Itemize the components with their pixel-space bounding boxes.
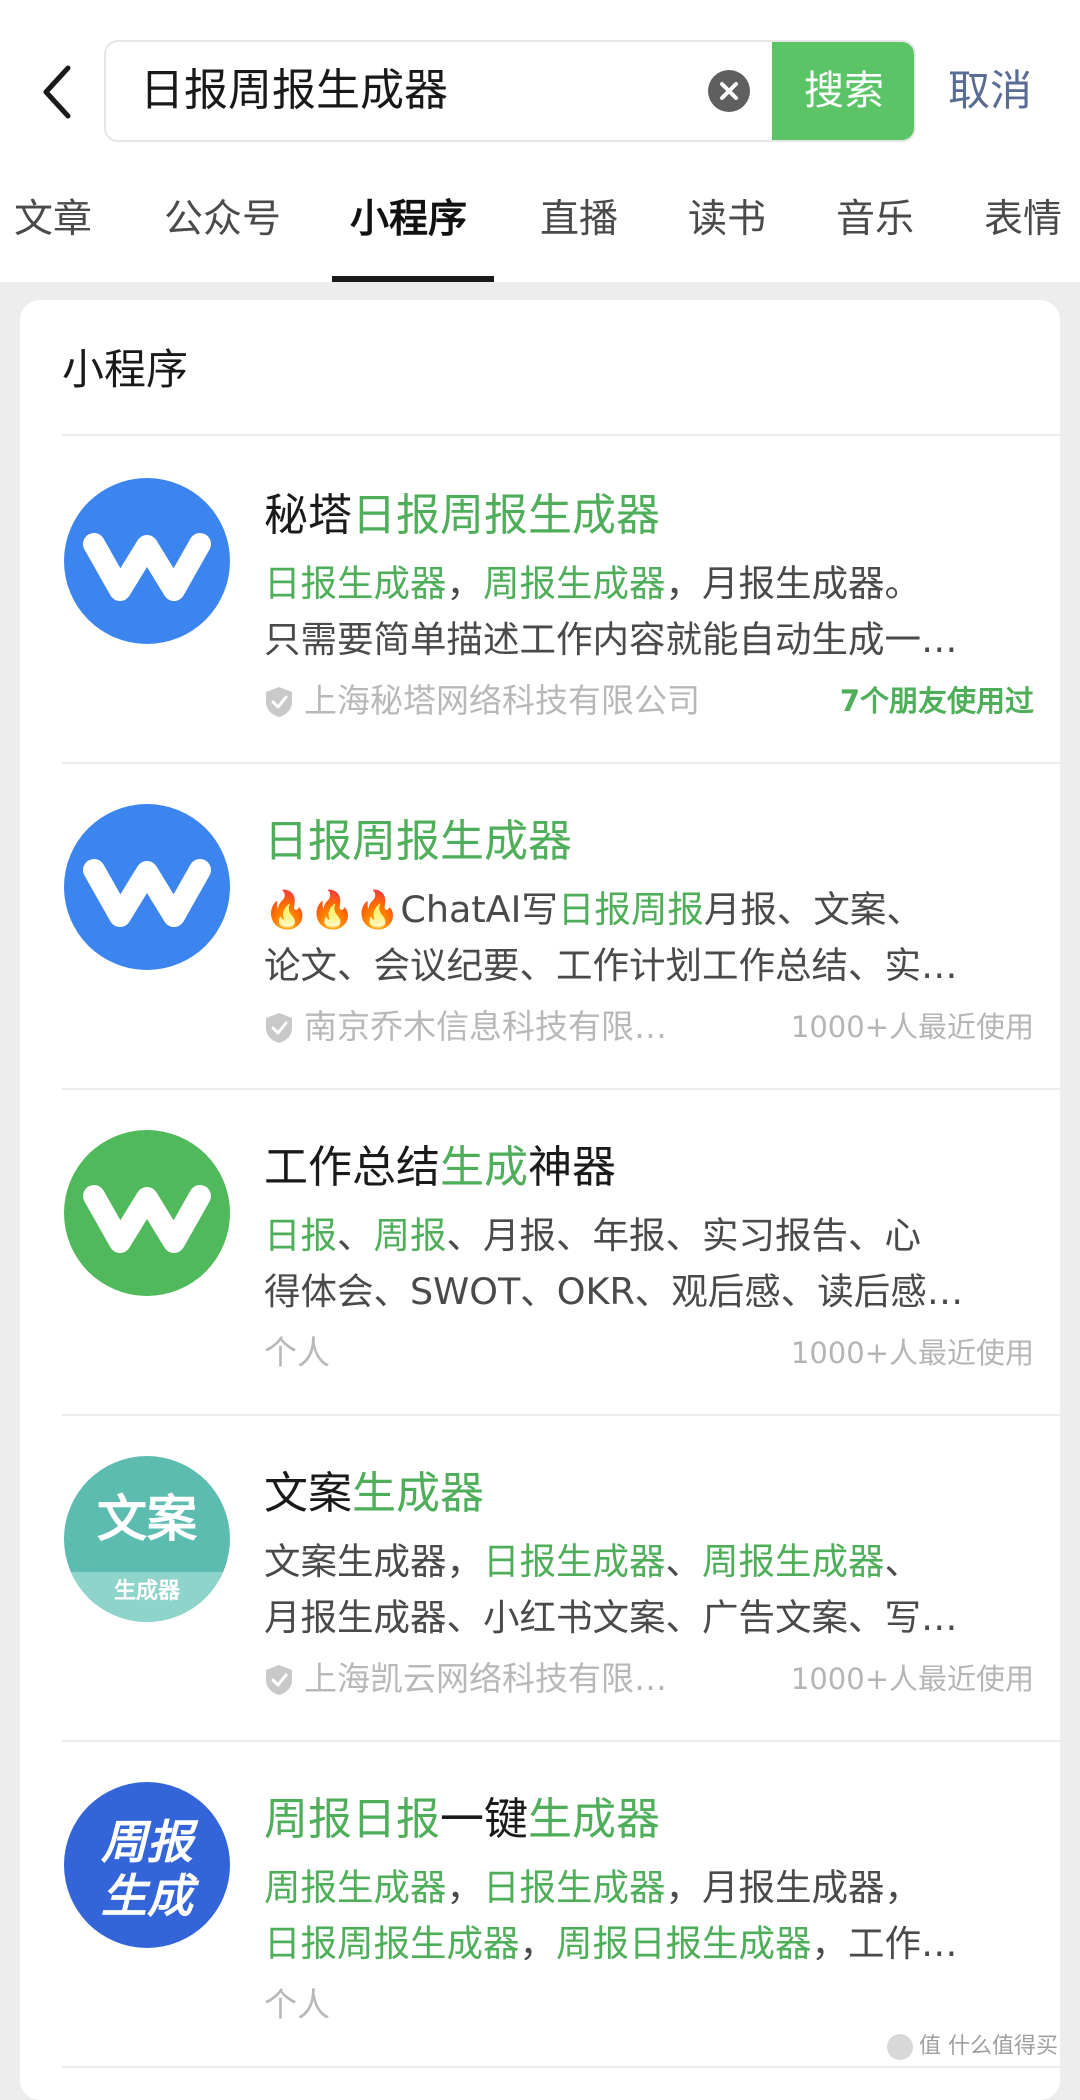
result-description: 🔥🔥🔥ChatAI写日报周报月报、文案、 论文、会议纪要、工作计划工作总结、实…: [264, 888, 958, 987]
results-card: 小程序 秘塔日报周报生成器 日报生成器，周报生成器，月报生成器。 只需要简单描述…: [20, 300, 1060, 2100]
result-title: 周报日报一键生成器: [264, 1794, 660, 1845]
section-title: 小程序: [62, 345, 189, 394]
verified-shield-icon: [264, 1664, 294, 1696]
result-item-1[interactable]: 秘塔日报周报生成器 日报生成器，周报生成器，月报生成器。 只需要简单描述工作内容…: [20, 436, 1060, 762]
verified-shield-icon: [264, 686, 294, 718]
usage-count: 1000+人最近使用: [790, 1010, 1034, 1044]
result-title: 文案生成器: [264, 1468, 484, 1519]
watermark: 值 什么值得买: [887, 2028, 1058, 2060]
developer-name: 个人: [264, 1985, 330, 2024]
icon-text: 文案: [97, 1490, 198, 1548]
result-title: 工作总结生成神器: [264, 1142, 616, 1193]
back-arrow-icon[interactable]: [38, 62, 78, 122]
tab-live[interactable]: 直播: [540, 192, 618, 248]
result-meta: 个人: [264, 1980, 1034, 2030]
usage-count: 1000+人最近使用: [790, 1336, 1034, 1370]
cancel-button[interactable]: 取消: [948, 58, 1032, 124]
weekly-report-logo-icon: 周报 生成: [64, 1782, 230, 1948]
divider: [62, 2066, 1060, 2068]
result-meta: 上海凯云网络科技有限… 1000+人最近使用: [264, 1654, 1034, 1704]
active-tab-indicator: [332, 276, 494, 282]
developer-name: 上海凯云网络科技有限…: [304, 1659, 667, 1698]
fire-emoji: 🔥🔥🔥: [264, 888, 401, 931]
usage-count: 1000+人最近使用: [790, 1662, 1034, 1696]
tab-official-accounts[interactable]: 公众号: [164, 192, 281, 248]
category-tabs: 文章 公众号 小程序 直播 读书 音乐 表情: [0, 182, 1080, 282]
icon-text: 周报: [100, 1815, 199, 1869]
tab-articles[interactable]: 文章: [14, 192, 92, 248]
copywriting-logo-icon: 文案 生成器: [64, 1456, 230, 1622]
result-meta: 个人 1000+人最近使用: [264, 1328, 1034, 1378]
result-meta: 南京乔木信息科技有限… 1000+人最近使用: [264, 1002, 1034, 1052]
search-button[interactable]: 搜索: [772, 42, 914, 140]
result-item-2[interactable]: 日报周报生成器 🔥🔥🔥ChatAI写日报周报月报、文案、 论文、会议纪要、工作计…: [20, 762, 1060, 1088]
tab-books[interactable]: 读书: [688, 192, 766, 248]
tab-mini-programs[interactable]: 小程序: [350, 192, 467, 248]
search-box[interactable]: 日报周报生成器 搜索: [104, 40, 916, 142]
search-input[interactable]: 日报周报生成器: [140, 42, 448, 140]
result-item-4[interactable]: 文案 生成器 文案生成器 文案生成器，日报生成器、周报生成器、 月报生成器、小红…: [20, 1414, 1060, 1740]
usage-count: 7个朋友使用过: [839, 684, 1034, 718]
top-bar: 日报周报生成器 搜索 取消 文章 公众号 小程序 直播 读书 音乐 表情: [0, 0, 1080, 282]
developer-name: 个人: [264, 1333, 330, 1372]
developer-name: 上海秘塔网络科技有限公司: [304, 681, 700, 720]
w-logo-icon: [64, 478, 230, 644]
verified-shield-icon: [264, 1012, 294, 1044]
result-item-3[interactable]: 工作总结生成神器 日报、周报、月报、年报、实习报告、心 得体会、SWOT、OKR…: [20, 1088, 1060, 1414]
tab-stickers[interactable]: 表情: [984, 192, 1062, 248]
result-description: 日报生成器，周报生成器，月报生成器。 只需要简单描述工作内容就能自动生成一…: [264, 562, 958, 661]
clear-icon[interactable]: [708, 70, 750, 112]
result-title: 日报周报生成器: [264, 816, 572, 867]
w-logo-icon: [64, 1130, 230, 1296]
tab-music[interactable]: 音乐: [836, 192, 914, 248]
result-title: 秘塔日报周报生成器: [264, 490, 660, 541]
icon-subtext: 生成: [101, 1869, 200, 1923]
result-meta: 上海秘塔网络科技有限公司 7个朋友使用过: [264, 676, 1034, 726]
icon-subtext: 生成器: [114, 1579, 181, 1604]
w-logo-icon: [64, 804, 230, 970]
result-description: 日报、周报、月报、年报、实习报告、心 得体会、SWOT、OKR、观后感、读后感…: [264, 1214, 964, 1313]
result-description: 周报生成器，日报生成器，月报生成器， 日报周报生成器，周报日报生成器，工作…: [264, 1866, 958, 1965]
result-description: 文案生成器，日报生成器、周报生成器、 月报生成器、小红书文案、广告文案、写…: [264, 1540, 958, 1639]
watermark-logo-icon: [887, 2034, 913, 2060]
result-item-5[interactable]: 周报 生成 周报日报一键生成器 周报生成器，日报生成器，月报生成器， 日报周报生…: [20, 1740, 1060, 2066]
developer-name: 南京乔木信息科技有限…: [304, 1007, 667, 1046]
